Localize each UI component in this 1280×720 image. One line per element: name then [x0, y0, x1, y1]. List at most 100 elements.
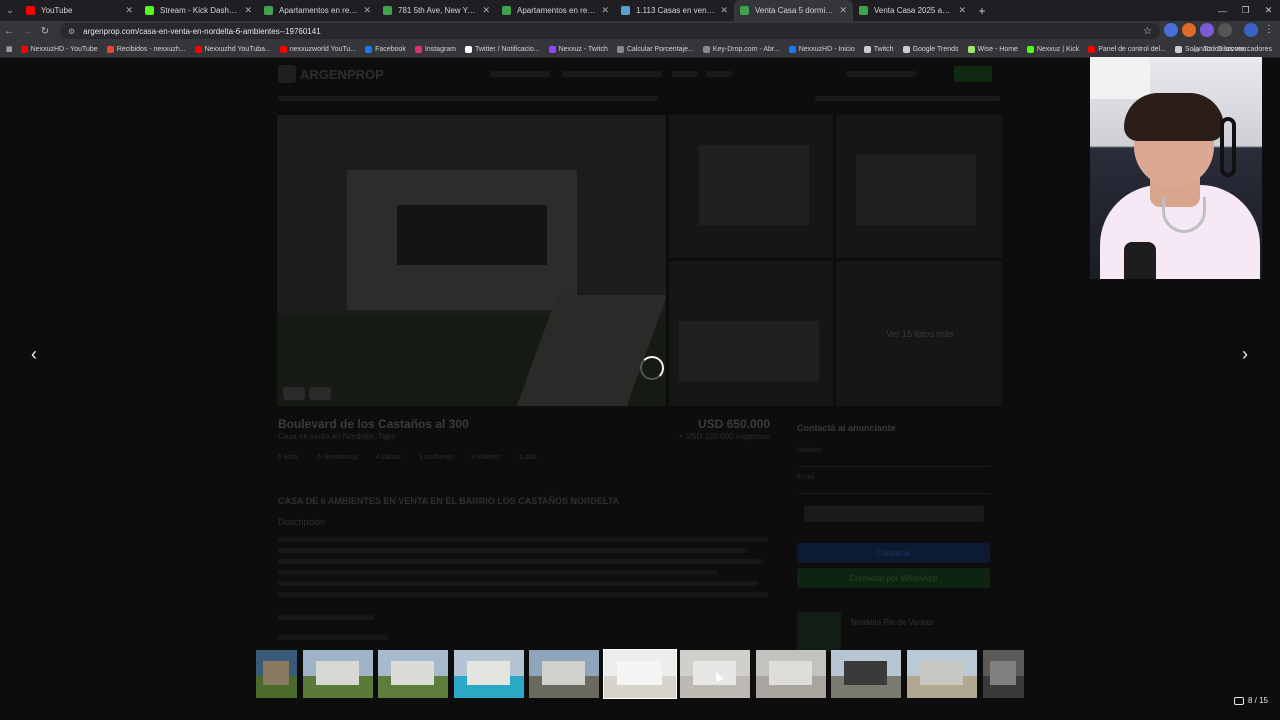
contact-button[interactable]: Contactar — [797, 543, 990, 563]
tab-close-icon[interactable]: ✕ — [244, 5, 252, 16]
photo-thumbnail[interactable] — [831, 650, 901, 698]
tab-search-icon[interactable]: ⌄ — [0, 0, 20, 21]
photo-thumbnail[interactable] — [256, 650, 297, 698]
bookmark-item[interactable]: Wise - Home — [967, 45, 1018, 53]
extensions-puzzle-icon[interactable] — [1218, 23, 1232, 37]
bookmark-favicon-icon — [967, 45, 975, 53]
bookmark-label: Google Trends — [912, 45, 959, 53]
bookmark-item[interactable]: Facebook — [365, 45, 406, 53]
site-logo[interactable]: ARGENPROP — [278, 65, 384, 83]
agent-card[interactable]: Nordelta Pie de Ventas — [797, 612, 990, 652]
message-field[interactable] — [804, 506, 984, 522]
bookmarks-bar: ▦ NexxuzHD - YouTube Recibidos - nexxuzh.… — [0, 41, 1280, 58]
bookmark-item[interactable]: Key-Drop.com - Abr... — [702, 45, 780, 53]
email-field[interactable]: Email — [797, 474, 990, 494]
apps-grid-icon[interactable]: ▦ — [6, 45, 13, 53]
gallery-photo-tile[interactable] — [836, 115, 1002, 258]
reload-icon[interactable]: ↻ — [36, 21, 54, 41]
bookmark-item[interactable]: Twitch — [863, 45, 894, 53]
tab-close-icon[interactable]: ✕ — [839, 5, 847, 16]
bookmark-item[interactable]: nexxuzworld YouTu... — [279, 45, 356, 53]
tab-close-icon[interactable]: ✕ — [363, 5, 371, 16]
tab-favicon-icon — [502, 6, 511, 15]
description-line — [278, 548, 748, 553]
bookmark-item[interactable]: Panel de control del... — [1088, 45, 1166, 53]
bookmark-item[interactable]: Nexxuz - Twitch — [548, 45, 608, 53]
gallery-photo-tile[interactable] — [669, 261, 833, 406]
extension-icon[interactable] — [1182, 23, 1196, 37]
address-bar[interactable]: ⚙ argenprop.com/casa-en-venta-en-nordelt… — [60, 23, 1160, 39]
bookmarks-overflow[interactable]: » — [1175, 46, 1179, 53]
profile-avatar[interactable] — [1244, 23, 1258, 37]
browser-tab[interactable]: Apartamentos en renta en New✕ — [258, 0, 377, 21]
tab-close-icon[interactable]: ✕ — [482, 5, 490, 16]
gallery-main-photo[interactable] — [277, 115, 666, 406]
bookmark-item[interactable]: Instagram — [414, 45, 456, 53]
tab-title: YouTube — [41, 6, 73, 15]
tab-close-icon[interactable]: ✕ — [601, 5, 609, 16]
browser-tab[interactable]: Venta Casa 2025 años 6 dormit✕ — [853, 0, 972, 21]
previous-photo-button[interactable]: ‹ — [23, 343, 45, 365]
forward-icon[interactable]: → — [18, 21, 36, 41]
browser-tab[interactable]: YouTube ✕ — [20, 0, 139, 21]
bookmark-item[interactable]: Recibidos - nexxuzh... — [106, 45, 186, 53]
page-content: ARGENPROP Ver 15 fotos más Boulevard de … — [0, 59, 1280, 720]
photo-thumbnail[interactable] — [303, 650, 373, 698]
bookmark-favicon-icon — [863, 45, 871, 53]
tab-close-icon[interactable]: ✕ — [125, 5, 133, 16]
description-line — [278, 537, 768, 542]
photo-thumbnail[interactable] — [907, 650, 977, 698]
bookmark-favicon-icon — [902, 45, 910, 53]
browser-tab[interactable]: Apartamentos en renta en Las✕ — [496, 0, 615, 21]
extension-icon[interactable] — [1164, 23, 1178, 37]
feature-item: 2 toilettes — [471, 454, 502, 461]
nav-placeholder — [672, 71, 698, 77]
browser-tab[interactable]: Stream - Kick Dashboard ✕ — [139, 0, 258, 21]
tab-close-icon[interactable]: ✕ — [958, 5, 966, 16]
next-photo-button[interactable]: › — [1234, 343, 1256, 365]
thumbnail-strip — [0, 649, 1280, 699]
tab-title: Apartamentos en renta en New — [279, 6, 360, 15]
bookmark-item[interactable]: NexxuzHD - YouTube — [20, 45, 98, 53]
bookmark-item[interactable]: Google Trends — [902, 45, 959, 53]
photo-thumbnail[interactable] — [529, 650, 599, 698]
tab-close-icon[interactable]: ✕ — [720, 5, 728, 16]
browser-tab[interactable]: Venta Casa 5 dormitorios 1 año ✕ — [734, 0, 853, 21]
bookmark-item[interactable]: Calcular Porcentaje... — [616, 45, 694, 53]
name-field[interactable]: Nombre — [797, 447, 990, 467]
photo-thumbnail[interactable] — [983, 650, 1024, 698]
tab-title: Venta Casa 5 dormitorios 1 año — [755, 6, 835, 15]
bookmark-item[interactable]: Twitter / Notificacio... — [465, 45, 540, 53]
photo-thumbnail[interactable] — [378, 650, 448, 698]
menu-kebab-icon[interactable]: ⋮ — [1262, 23, 1276, 37]
bookmark-label: Twitch — [873, 45, 894, 53]
close-window-icon[interactable]: ✕ — [1257, 0, 1280, 21]
tab-title: Stream - Kick Dashboard — [160, 6, 241, 15]
browser-tab[interactable]: 781 5th Ave, New York, NY 100✕ — [377, 0, 496, 21]
site-header: ARGENPROP — [278, 63, 998, 85]
photo-thumbnail[interactable] — [454, 650, 524, 698]
ver-fotos-link[interactable]: Ver 15 fotos más — [886, 329, 954, 339]
bookmark-item[interactable]: NexxuzHD - Inicio — [788, 45, 855, 53]
description-line — [278, 615, 374, 620]
bookmark-item[interactable]: Nexxuzhd YouTuba... — [194, 45, 271, 53]
photo-thumbnail[interactable] — [756, 650, 826, 698]
bookmark-item[interactable]: Nexxuz | Kick — [1026, 45, 1079, 53]
property-location: Casa en venta en Nordelta, Tigre — [278, 432, 396, 441]
site-info-icon[interactable]: ⚙ — [68, 27, 75, 36]
all-bookmarks-link[interactable]: Todos los marcadores — [1204, 46, 1272, 53]
whatsapp-button[interactable]: Contactar por WhatsApp — [797, 568, 990, 588]
maximize-icon[interactable]: ❐ — [1234, 0, 1257, 21]
new-tab-button[interactable]: + — [972, 4, 992, 18]
gallery-photo-tile[interactable] — [669, 115, 833, 258]
minimize-icon[interactable]: — — [1211, 0, 1234, 21]
browser-tab[interactable]: 1.113 Casas en venta en Norde ✕ — [615, 0, 734, 21]
photo-thumbnail[interactable] — [603, 649, 677, 699]
gallery-photo-tile[interactable]: Ver 15 fotos más — [836, 261, 1002, 406]
extension-icon[interactable] — [1200, 23, 1214, 37]
tab-favicon-icon — [740, 6, 749, 15]
bookmark-star-icon[interactable]: ☆ — [1143, 26, 1152, 37]
back-icon[interactable]: ← — [0, 21, 18, 41]
feature-item: 4 baños — [375, 454, 401, 461]
ingresar-button[interactable] — [954, 66, 992, 82]
